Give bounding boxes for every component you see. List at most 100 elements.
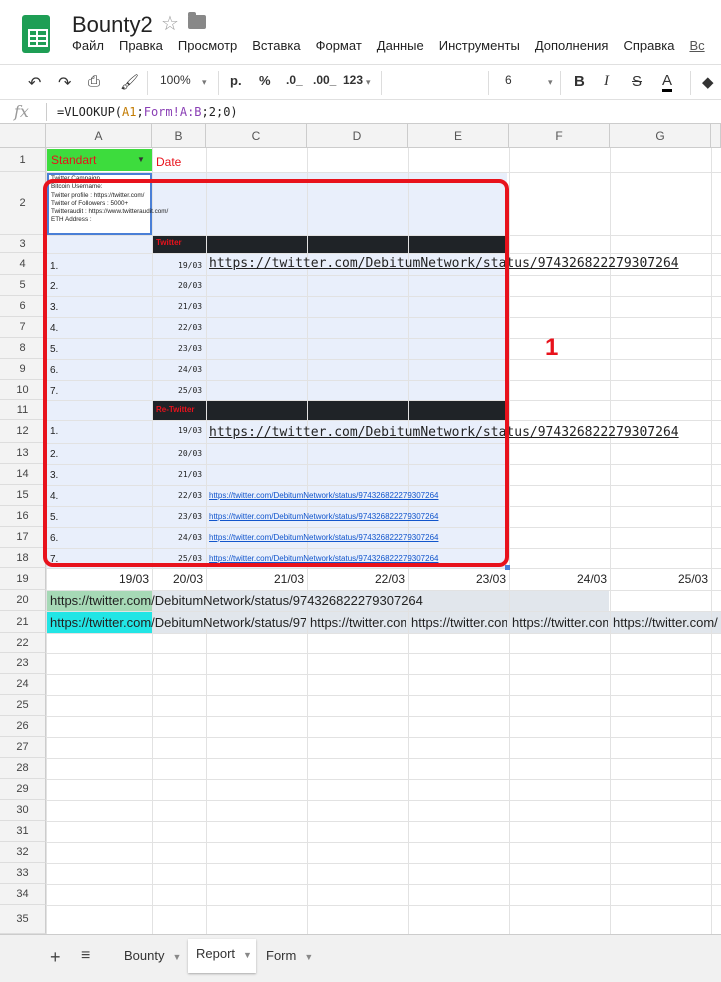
row-header[interactable]: 24 [0, 674, 46, 695]
row-header[interactable]: 15 [0, 485, 46, 506]
tab-chevron-icon[interactable]: ▼ [172, 952, 181, 962]
menu-format[interactable]: Формат [316, 38, 362, 53]
row-header[interactable]: 29 [0, 779, 46, 800]
strikethrough-button[interactable]: S [632, 73, 642, 90]
increase-decimal-button[interactable]: .00_ [313, 73, 336, 87]
font-size-select[interactable]: 6 [505, 73, 512, 87]
tab-form[interactable]: Form ▼ [258, 941, 318, 971]
menu-help[interactable]: Справка [623, 38, 674, 53]
zoom-chevron-icon[interactable]: ▾ [202, 77, 207, 88]
menu-all-changes[interactable]: Вс [689, 38, 704, 53]
a1-dropdown[interactable]: Standart ▼ [47, 149, 152, 171]
row-header[interactable]: 13 [0, 443, 46, 464]
row-header[interactable]: 8 [0, 338, 46, 359]
undo-icon[interactable]: ↶ [28, 73, 41, 93]
row-header[interactable]: 28 [0, 758, 46, 779]
row-header[interactable]: 19 [0, 568, 46, 590]
row-header[interactable]: 32 [0, 842, 46, 863]
font-size-chevron-icon[interactable]: ▾ [548, 77, 553, 88]
e21-link[interactable]: https://twitter.com/ [411, 615, 507, 630]
print-icon[interactable]: ⎙ [88, 73, 100, 90]
menu-edit[interactable]: Правка [119, 38, 163, 53]
menu-tools[interactable]: Инструменты [439, 38, 520, 53]
formats-chevron-icon[interactable]: ▾ [366, 77, 371, 88]
all-sheets-icon[interactable]: ≡ [81, 947, 90, 965]
document-title[interactable]: Bounty2 [72, 12, 153, 38]
col-header-d[interactable]: D [307, 124, 408, 148]
menu-view[interactable]: Просмотр [178, 38, 237, 53]
row-header[interactable]: 17 [0, 527, 46, 548]
folder-icon[interactable] [188, 12, 206, 29]
bold-button[interactable]: B [574, 73, 585, 90]
row-header[interactable]: 34 [0, 884, 46, 905]
row-header[interactable]: 33 [0, 863, 46, 884]
col-header-g[interactable]: G [610, 124, 711, 148]
row-header[interactable]: 9 [0, 359, 46, 380]
add-sheet-icon[interactable]: + [50, 947, 61, 968]
row-header[interactable]: 16 [0, 506, 46, 527]
col-header-b[interactable]: B [152, 124, 206, 148]
menu-addons[interactable]: Дополнения [535, 38, 609, 53]
row-header[interactable]: 6 [0, 296, 46, 317]
col-header-c[interactable]: C [206, 124, 307, 148]
corner-header[interactable] [0, 124, 46, 148]
grid-row-line [46, 758, 721, 759]
row-header[interactable]: 12 [0, 420, 46, 443]
row-header[interactable]: 20 [0, 590, 46, 611]
g21-link[interactable]: https://twitter.com/ [613, 615, 721, 630]
row-header[interactable]: 26 [0, 716, 46, 737]
col-header-a[interactable]: A [46, 124, 152, 148]
paint-format-icon[interactable]: 🖌 [120, 73, 139, 91]
row-header[interactable]: 14 [0, 464, 46, 485]
formula-input[interactable]: =VLOOKUP(A1;Form!A:B;2;0) [57, 105, 238, 119]
row-header[interactable]: 2 [0, 172, 46, 235]
row-header[interactable]: 21 [0, 611, 46, 633]
sheet-grid[interactable]: A B C D E F G 1 2 3 4 5 6 7 8 9 10 11 12 13 14 15 16 17 1… [0, 124, 721, 934]
row-header[interactable]: 31 [0, 821, 46, 842]
zoom-select[interactable]: 100% [160, 73, 191, 87]
d21-link[interactable]: https://twitter.com/ [310, 615, 406, 630]
italic-button[interactable]: I [604, 73, 609, 90]
row-header[interactable]: 25 [0, 695, 46, 716]
row-header[interactable]: 27 [0, 737, 46, 758]
tab-bounty[interactable]: Bounty ▼ [116, 941, 186, 971]
decrease-decimal-button[interactable]: .0_ [286, 73, 303, 87]
row-header[interactable]: 4 [0, 253, 46, 275]
row-header[interactable]: 10 [0, 380, 46, 400]
row-header[interactable]: 35 [0, 905, 46, 934]
currency-button[interactable]: р. [230, 73, 242, 88]
menu-data[interactable]: Данные [377, 38, 424, 53]
formula-bar: fx =VLOOKUP(A1;Form!A:B;2;0) [0, 100, 721, 124]
col-header-f[interactable]: F [509, 124, 610, 148]
col-header-e[interactable]: E [408, 124, 509, 148]
fill-handle[interactable] [505, 565, 510, 570]
row19-date-cell: 25/03 [677, 572, 708, 586]
menu-file[interactable]: Файл [72, 38, 104, 53]
menu-insert[interactable]: Вставка [252, 38, 300, 53]
percent-button[interactable]: % [259, 73, 271, 88]
a21-link[interactable]: https://twitter.com/DebitumNetwork/statu… [50, 615, 306, 630]
more-formats-button[interactable]: 123 [343, 73, 363, 87]
row-header[interactable]: 7 [0, 317, 46, 338]
tab-chevron-icon[interactable]: ▼ [304, 952, 313, 962]
row-header[interactable]: 5 [0, 275, 46, 296]
tab-chevron-icon[interactable]: ▼ [243, 950, 252, 960]
row-header[interactable]: 11 [0, 400, 46, 420]
row-header[interactable]: 3 [0, 235, 46, 253]
sheets-logo-icon[interactable] [22, 15, 50, 53]
grid-row-line [46, 716, 721, 717]
row-header[interactable]: 18 [0, 548, 46, 568]
text-color-button[interactable]: A [662, 73, 673, 92]
fill-color-icon[interactable]: ◆ [702, 73, 714, 91]
row-header[interactable]: 30 [0, 800, 46, 821]
row19-date-cell: 22/03 [374, 572, 405, 586]
tab-report[interactable]: Report ▼ [188, 939, 256, 973]
row-header[interactable]: 22 [0, 633, 46, 653]
a20-link[interactable]: https://twitter.com/DebitumNetwork/statu… [50, 593, 423, 608]
row-header[interactable]: 23 [0, 653, 46, 674]
star-icon[interactable]: ☆ [161, 11, 179, 36]
chevron-down-icon[interactable]: ▼ [137, 155, 145, 164]
redo-icon[interactable]: ↷ [58, 73, 71, 93]
row-header[interactable]: 1 [0, 148, 46, 172]
f21-link[interactable]: https://twitter.com/ [512, 615, 608, 630]
